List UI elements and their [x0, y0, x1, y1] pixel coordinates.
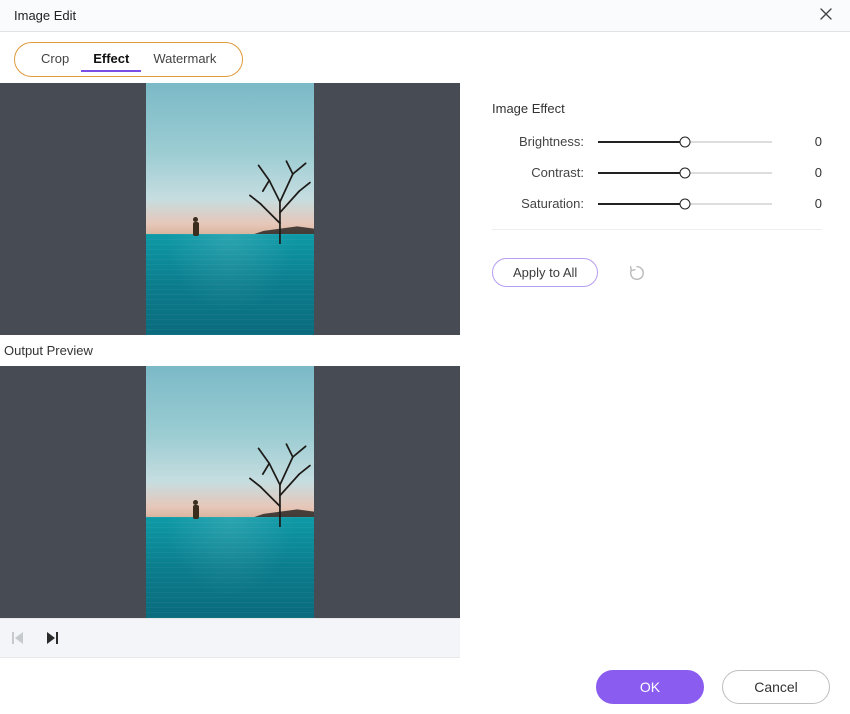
footer-buttons: OK Cancel [596, 670, 830, 704]
playback-bar [0, 618, 460, 658]
contrast-slider[interactable] [598, 166, 772, 180]
effect-heading: Image Effect [492, 101, 822, 116]
reset-icon[interactable] [628, 264, 646, 282]
saturation-value: 0 [786, 196, 822, 211]
titlebar: Image Edit [0, 0, 850, 32]
apply-to-all-button[interactable]: Apply to All [492, 258, 598, 287]
divider [492, 229, 822, 230]
skip-forward-icon[interactable] [44, 630, 60, 646]
output-preview [0, 366, 460, 618]
output-preview-label: Output Preview [0, 335, 460, 366]
person-icon [193, 505, 199, 519]
contrast-row: Contrast: 0 [492, 165, 822, 180]
effect-panel: Image Effect Brightness: 0 Contrast: 0 S… [492, 83, 850, 658]
tree-icon [243, 442, 314, 528]
brightness-value: 0 [786, 134, 822, 149]
saturation-slider[interactable] [598, 197, 772, 211]
tab-effect[interactable]: Effect [81, 47, 141, 72]
tab-watermark[interactable]: Watermark [141, 47, 228, 72]
window-title: Image Edit [14, 8, 76, 23]
left-column: Output Preview [0, 83, 460, 658]
person-icon [193, 222, 199, 236]
output-preview-image [146, 366, 314, 618]
source-preview-image [146, 83, 314, 335]
tab-group: Crop Effect Watermark [14, 42, 243, 77]
tabs-container: Crop Effect Watermark [0, 32, 850, 83]
skip-back-icon[interactable] [10, 630, 26, 646]
brightness-row: Brightness: 0 [492, 134, 822, 149]
source-preview [0, 83, 460, 335]
ok-button[interactable]: OK [596, 670, 704, 704]
tab-crop[interactable]: Crop [29, 47, 81, 72]
tree-icon [243, 159, 314, 245]
contrast-label: Contrast: [492, 165, 584, 180]
contrast-value: 0 [786, 165, 822, 180]
cancel-button[interactable]: Cancel [722, 670, 830, 704]
saturation-row: Saturation: 0 [492, 196, 822, 211]
close-icon[interactable] [816, 6, 836, 25]
brightness-slider[interactable] [598, 135, 772, 149]
saturation-label: Saturation: [492, 196, 584, 211]
brightness-label: Brightness: [492, 134, 584, 149]
